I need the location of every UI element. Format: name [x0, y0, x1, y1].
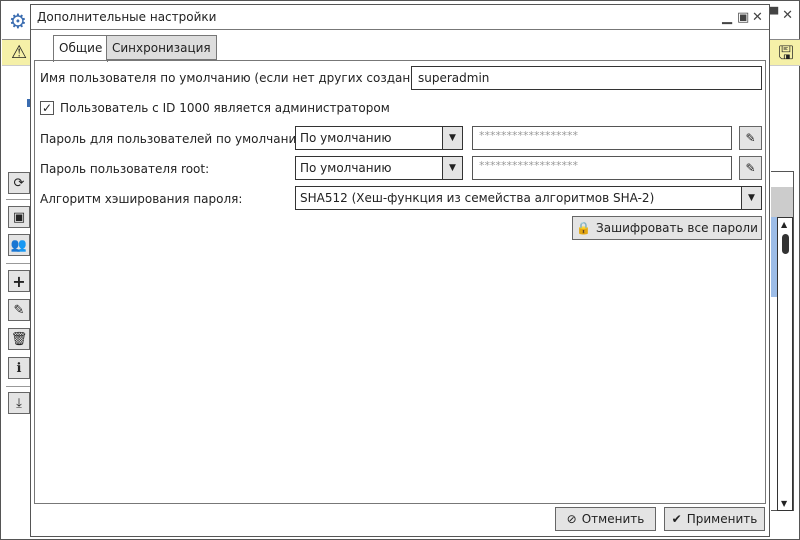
edit-root-password-button[interactable]: ✎ [739, 156, 762, 180]
chevron-down-icon: ▼ [442, 157, 462, 179]
cancel-button[interactable]: ⊘ Отменить [555, 507, 656, 531]
window-controls[interactable]: ▀ ✕ [768, 8, 793, 23]
minimize-icon[interactable]: ▁ [722, 10, 732, 25]
contact-card-icon[interactable]: ▣ [8, 206, 30, 228]
edit-default-password-button[interactable]: ✎ [739, 126, 762, 150]
tab-general[interactable]: Общие [53, 35, 109, 62]
lock-icon: 🔒 [576, 221, 592, 235]
download-icon[interactable]: ⤓ [8, 392, 30, 414]
dialog-title: Дополнительные настройки [31, 5, 769, 30]
admin-checkbox[interactable]: ✓ [40, 101, 54, 115]
gear-icon: ⚙ [9, 9, 27, 33]
chevron-down-icon: ▼ [442, 127, 462, 149]
general-panel: Имя пользователя по умолчанию (если нет … [34, 60, 766, 504]
tab-sync[interactable]: Синхронизация [106, 35, 217, 60]
default-password-mode-select[interactable]: По умолчанию ▼ [295, 126, 463, 150]
maximize-icon[interactable]: ▣ [737, 10, 749, 25]
trash-icon[interactable]: 🗑 [8, 328, 30, 350]
divider [6, 199, 30, 200]
scrollbar[interactable]: ▲ ▼ [777, 217, 793, 511]
plus-icon[interactable]: + [8, 270, 30, 292]
hash-algorithm-select[interactable]: SHA512 (Хеш-функция из семейства алгорит… [295, 186, 762, 210]
cancel-label: Отменить [581, 512, 645, 526]
default-user-input[interactable]: superadmin [411, 66, 762, 90]
selected-value: По умолчанию [300, 131, 392, 145]
check-icon: ✔ [671, 512, 682, 526]
encrypt-passwords-button[interactable]: 🔒 Зашифровать все пароли [572, 216, 762, 240]
admin-checkbox-label: Пользователь с ID 1000 является админист… [60, 101, 390, 115]
selected-value: SHA512 (Хеш-функция из семейства алгорит… [300, 191, 655, 205]
settings-dialog: Дополнительные настройки ▁ ▣ ✕ Общие Син… [30, 4, 770, 537]
default-password-label: Пароль для пользователей по умолчанию: [40, 132, 311, 146]
users-icon[interactable]: 👥 [8, 234, 30, 256]
root-password-label: Пароль пользователя root: [40, 162, 210, 176]
default-password-input[interactable]: ****************** [472, 126, 732, 150]
divider [6, 386, 30, 387]
encrypt-passwords-label: Зашифровать все пароли [596, 221, 758, 235]
pencil-icon: ✎ [745, 161, 756, 175]
cancel-icon: ⊘ [566, 512, 577, 526]
edit-icon[interactable]: ✎ [8, 299, 30, 321]
apply-button[interactable]: ✔ Применить [664, 507, 765, 531]
info-icon[interactable]: ℹ [8, 357, 30, 379]
default-user-label: Имя пользователя по умолчанию (если нет … [40, 71, 444, 85]
refresh-icon[interactable]: ⟳ [8, 172, 30, 194]
root-password-input[interactable]: ****************** [472, 156, 732, 180]
divider [6, 263, 30, 264]
save-lock-icon[interactable]: 🖫 [773, 41, 799, 65]
warning-icon: ⚠ [11, 42, 28, 63]
close-icon[interactable]: ✕ [752, 10, 763, 25]
apply-label: Применить [686, 512, 758, 526]
selected-value: По умолчанию [300, 161, 392, 175]
chevron-down-icon: ▼ [741, 187, 761, 209]
hash-label: Алгоритм хэширования пароля: [40, 192, 243, 206]
root-password-mode-select[interactable]: По умолчанию ▼ [295, 156, 463, 180]
list-panel: ▲ ▼ [771, 171, 794, 511]
pencil-icon: ✎ [745, 131, 756, 145]
